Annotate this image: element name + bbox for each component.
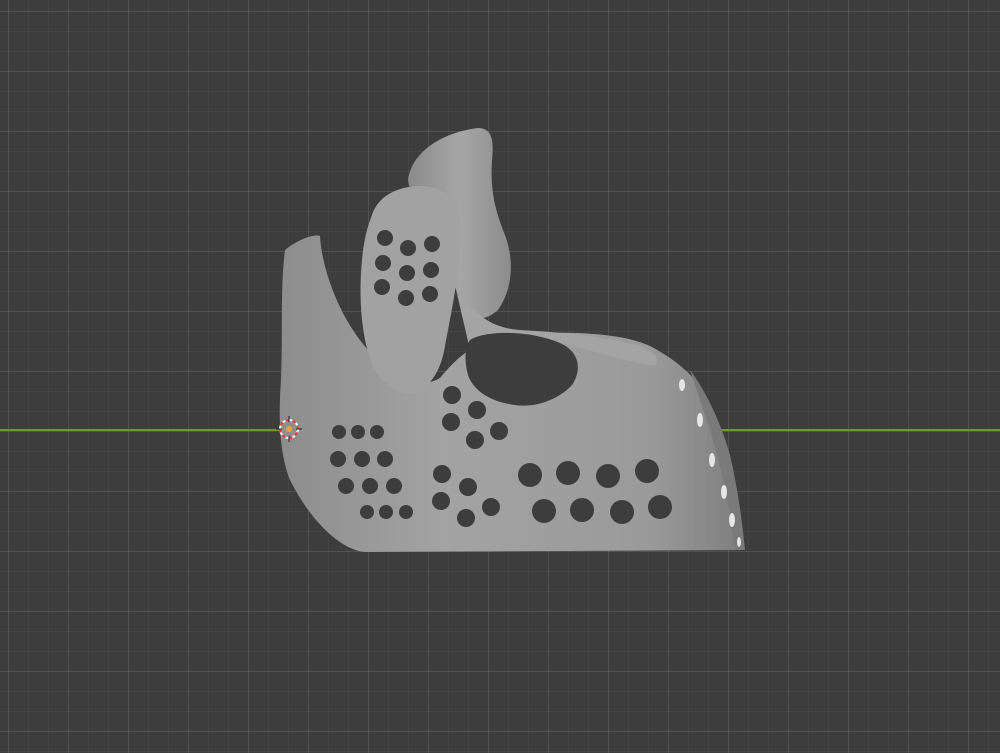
3d-cursor-icon[interactable] <box>276 416 302 442</box>
finger-holes <box>374 230 440 306</box>
mask-model[interactable] <box>0 0 1000 753</box>
3d-viewport[interactable] <box>0 0 1000 753</box>
